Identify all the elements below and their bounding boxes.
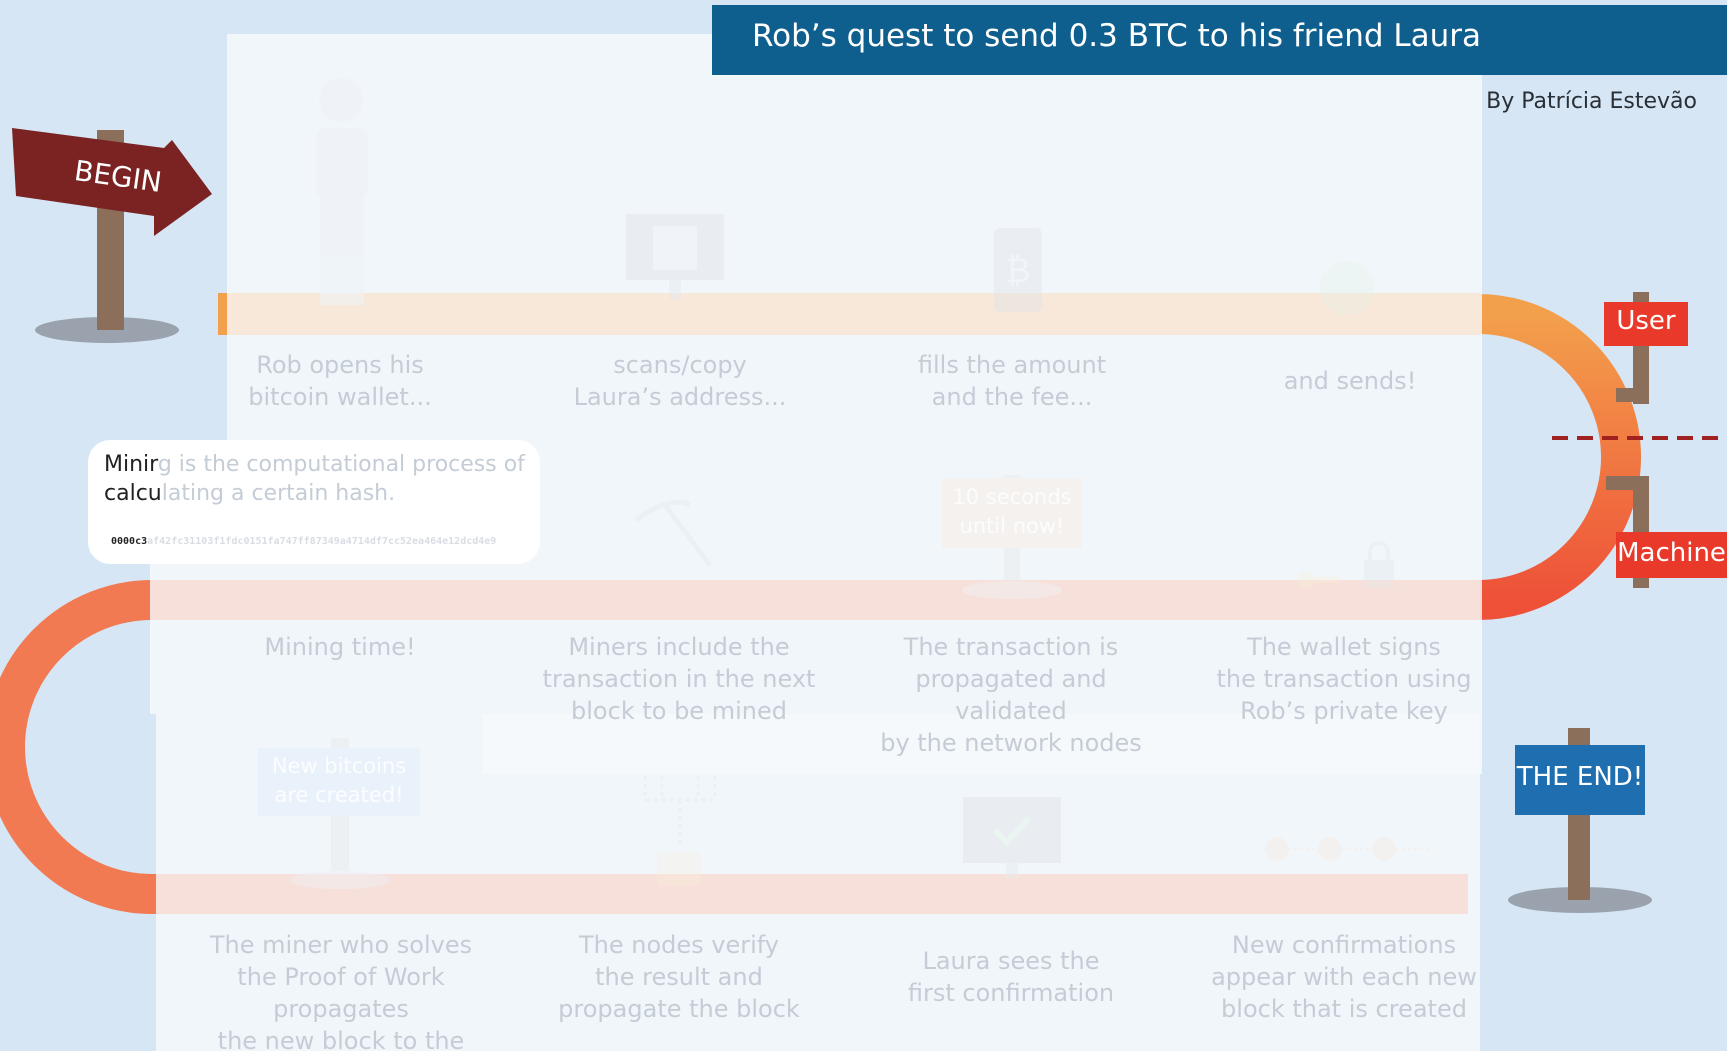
step-first-confirmation: Laura sees the first confirmation — [907, 947, 1115, 1007]
author-byline: By Patrícia Estevão — [1486, 89, 1697, 114]
end-signpost — [1508, 728, 1652, 913]
mining-tooltip-text: Minirg is the computational process of c… — [104, 452, 525, 506]
step-scan-address: scans/copy Laura’s address... — [573, 351, 787, 411]
step-propagated: The transaction is propagated and valida… — [880, 633, 1142, 757]
step-new-confirmations: New confirmations appear with each new b… — [1211, 931, 1477, 1023]
machine-label: Machine — [1617, 538, 1726, 568]
road-left-curve — [0, 580, 153, 914]
ten-seconds-label: 10 seconds until now! — [952, 485, 1072, 538]
new-bitcoins-label: New bitcoins are created! — [271, 754, 407, 807]
step-nodes-verify: The nodes verify the result and propagat… — [558, 931, 800, 1023]
step-send: and sends! — [1283, 367, 1417, 395]
step-mining-time: Mining time! — [264, 633, 416, 661]
user-label: User — [1616, 306, 1676, 336]
step-miner-solves: The miner who solves the Proof of Work p… — [209, 931, 473, 1051]
end-label: THE END! — [1516, 762, 1644, 792]
step-open-wallet: Rob opens his bitcoin wallet... — [248, 351, 432, 411]
step-fill-amount: fills the amount and the fee... — [917, 351, 1107, 411]
hash-value: 0000c3af42fc31103f1fdc0151fa747ff87349a4… — [111, 536, 497, 547]
page-title: Rob’s quest to send 0.3 BTC to his frien… — [752, 18, 1482, 54]
road-right-curve — [1477, 294, 1641, 620]
step-miners-include: Miners include the transaction in the ne… — [542, 633, 816, 725]
infographic: ₿ — [0, 0, 1727, 1051]
step-wallet-signs: The wallet signs the transaction using R… — [1216, 633, 1472, 725]
